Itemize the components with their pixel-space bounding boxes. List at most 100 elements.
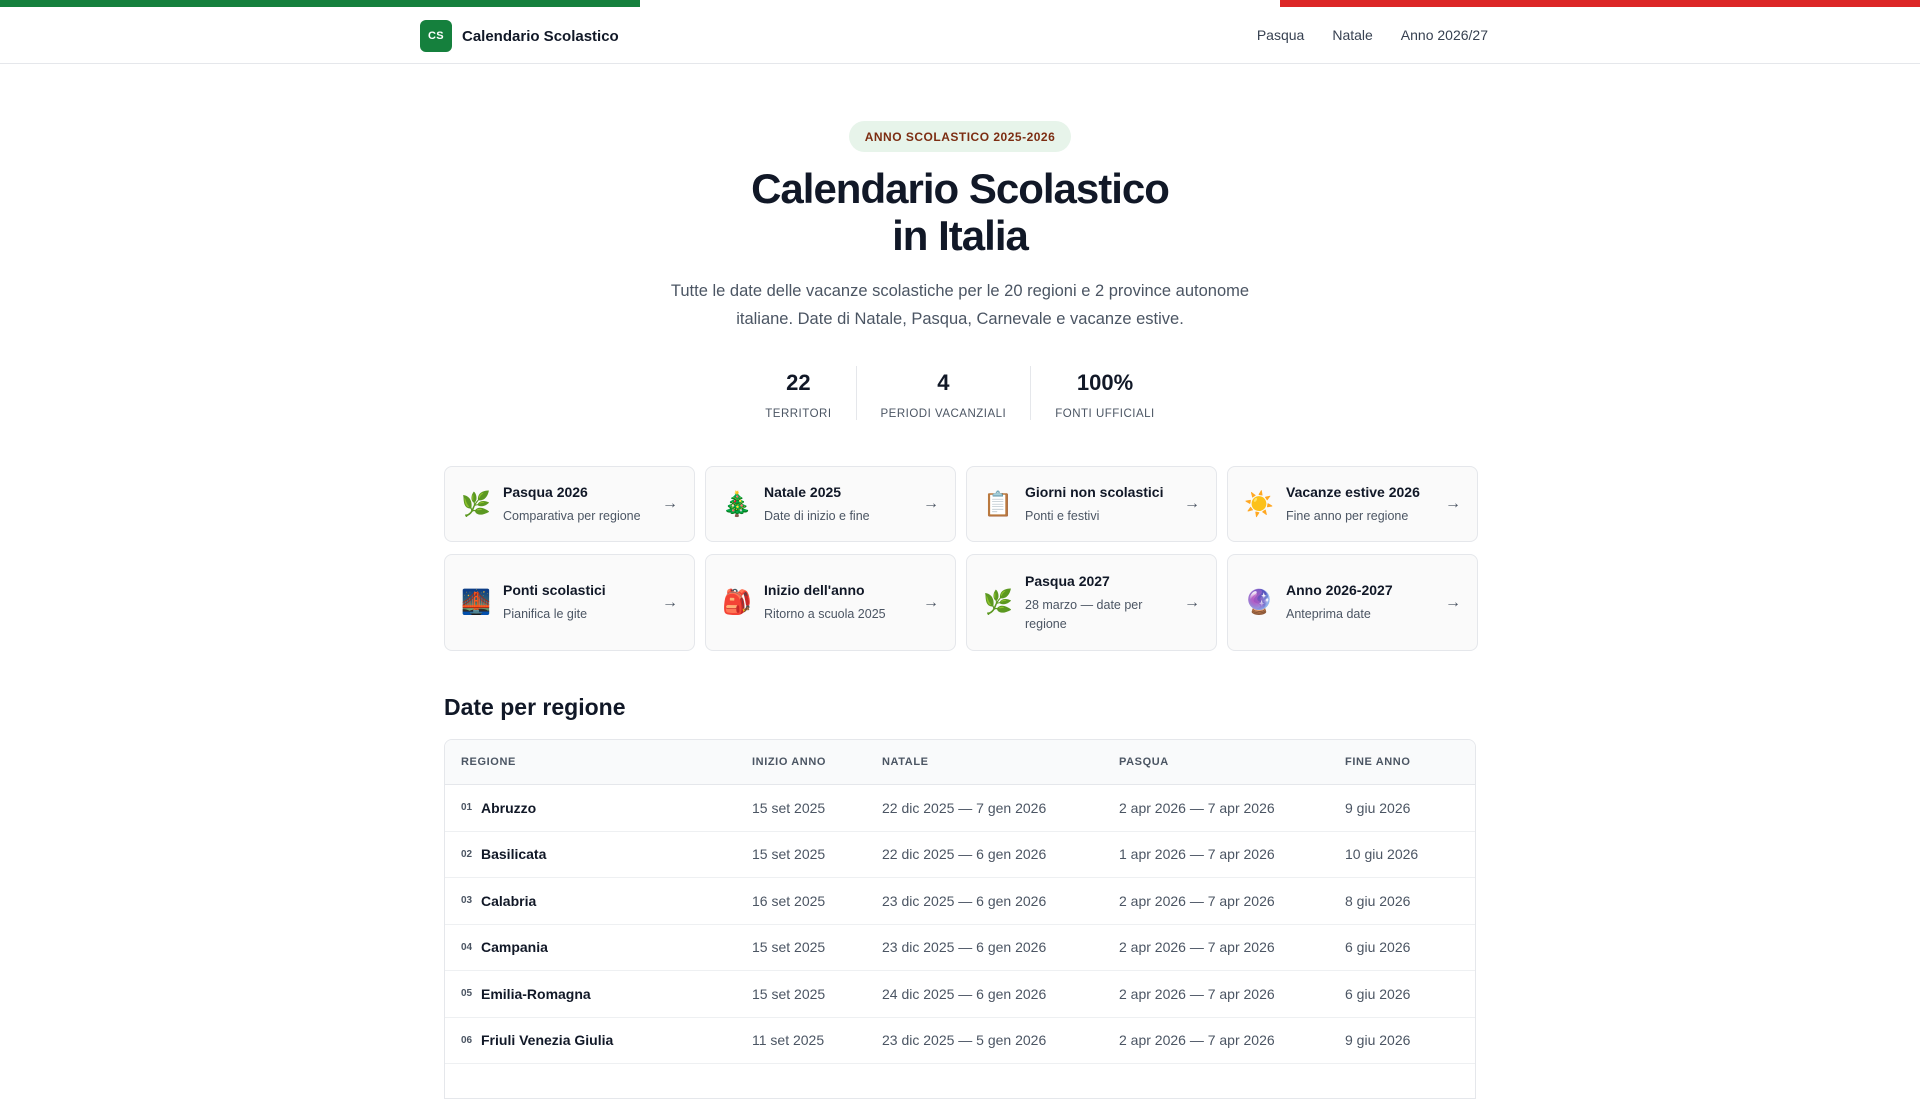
row-index: 01 [461, 802, 473, 814]
card-subtitle: Ponti e festivi [1025, 508, 1100, 523]
christmas-tree-icon: 🎄 [722, 490, 752, 518]
table-row[interactable]: 03 Calabria 16 set 2025 23 dic 2025 — 6 gen… [445, 878, 1475, 925]
fine-cell: 6 giu 2026 [1345, 985, 1411, 1002]
backpack-icon: 🎒 [722, 589, 752, 616]
card-subtitle: Anteprima date [1286, 607, 1371, 621]
card-title: Anno 2026-2027 [1286, 582, 1393, 598]
card-giorni-non-scolastici[interactable]: 📋 Giorni non scolastici Ponti e festivi → [966, 466, 1217, 542]
stat-label: FONTI UFFICIALI [1055, 408, 1155, 420]
row-index: 05 [461, 988, 473, 1000]
column-header-natale: NATALE [882, 756, 929, 768]
arrow-right-icon: → [1184, 495, 1200, 512]
table-row[interactable]: 04 Campania 15 set 2025 23 dic 2025 — 6 gen… [445, 925, 1475, 971]
card-title: Giorni non scolastici [1025, 483, 1164, 500]
row-index: 06 [461, 1034, 473, 1046]
table-row[interactable]: 01 Abruzzo 15 set 2025 22 dic 2025 — 7 gen … [445, 785, 1475, 832]
nav-link-natale[interactable]: Natale [1332, 27, 1372, 43]
top-navbar: CS Calendario Scolastico Pasqua Natale A… [0, 7, 1920, 64]
flag-white [640, 0, 1280, 7]
card-title: Inizio dell'anno [764, 582, 865, 598]
inizio-cell: 15 set 2025 [752, 799, 826, 816]
natale-cell: 23 dic 2025 — 6 gen 2026 [882, 892, 1047, 909]
fine-cell: 9 giu 2026 [1345, 799, 1411, 816]
logo: CS [420, 20, 452, 52]
card-title: Vacanze estive 2026 [1286, 483, 1420, 500]
sun-icon: ☀️ [1244, 490, 1274, 518]
table-row[interactable]: 06 Friuli Venezia Giulia 11 set 2025 23 dic… [445, 1018, 1475, 1064]
inizio-cell: 15 set 2025 [752, 846, 826, 863]
card-title: Ponti scolastici [503, 582, 606, 598]
fine-cell: 8 giu 2026 [1345, 892, 1411, 909]
page-title: Calendario Scolastico in Italia [0, 165, 1920, 259]
fine-cell: 10 giu 2026 [1345, 846, 1419, 863]
pasqua-cell: 2 apr 2026 — 7 apr 2026 [1119, 799, 1275, 816]
card-subtitle: Fine anno per regione [1286, 508, 1409, 523]
region-cell: 05 Emilia-Romagna [445, 986, 752, 1002]
inizio-cell: 16 set 2025 [752, 892, 826, 909]
arrow-right-icon: → [923, 495, 939, 512]
row-index: 02 [461, 848, 473, 860]
quick-links-grid: 🌿 Pasqua 2026 Comparativa per regione → 🎄… [444, 466, 1478, 651]
column-header-regione: REGIONE [461, 756, 516, 768]
inizio-cell: 15 set 2025 [752, 985, 826, 1002]
card-title: Natale 2025 [764, 483, 842, 500]
brand-link[interactable]: CS Calendario Scolastico [420, 20, 619, 52]
bridge-icon: 🌉 [461, 589, 491, 616]
arrow-right-icon: → [662, 593, 678, 611]
stats-row: 22 TERRITORI 4 PERIODI VACANZIALI 100% F… [0, 366, 1920, 420]
table-row[interactable]: 02 Basilicata 15 set 2025 22 dic 2025 — 6 g… [445, 832, 1475, 878]
arrow-right-icon: → [662, 495, 678, 512]
flag-green [0, 0, 640, 7]
pasqua-cell: 2 apr 2026 — 7 apr 2026 [1119, 1032, 1275, 1049]
card-natale-2025[interactable]: 🎄 Natale 2025 Date di inizio e fine → [705, 466, 956, 542]
natale-cell: 22 dic 2025 — 6 gen 2026 [882, 846, 1047, 863]
region-cell: 04 Campania [445, 939, 752, 955]
table-row[interactable]: 05 Emilia-Romagna 15 set 2025 24 dic 2025 —… [445, 971, 1475, 1018]
card-title: Pasqua 2027 [1025, 572, 1110, 589]
nav-link-pasqua[interactable]: Pasqua [1257, 27, 1304, 43]
card-vacanze-estive-2026[interactable]: ☀️ Vacanze estive 2026 Fine anno per regi… [1227, 466, 1478, 542]
natale-cell: 23 dic 2025 — 6 gen 2026 [882, 939, 1047, 956]
section-title: Date per regione [444, 694, 626, 720]
region-name: Campania [481, 939, 548, 956]
region-name: Basilicata [481, 846, 547, 863]
card-title: Pasqua 2026 [503, 483, 588, 500]
card-pasqua-2026[interactable]: 🌿 Pasqua 2026 Comparativa per regione → [444, 466, 695, 542]
card-anno-2026-2027[interactable]: 🔮 Anno 2026-2027 Anteprima date → [1227, 554, 1478, 651]
stat-territori: 22 TERRITORI [741, 366, 855, 420]
column-header-pasqua: PASQUA [1119, 756, 1169, 768]
leaf-icon: 🌿 [461, 490, 491, 518]
stat-fonti: 100% FONTI UFFICIALI [1030, 366, 1179, 420]
column-header-inizio: INIZIO ANNO [752, 756, 827, 768]
stat-value: 100% [1076, 370, 1134, 395]
pasqua-cell: 2 apr 2026 — 7 apr 2026 [1119, 892, 1275, 909]
school-year-badge: ANNO SCOLASTICO 2025-2026 [849, 121, 1071, 152]
stat-periodi: 4 PERIODI VACANZIALI [855, 366, 1031, 420]
pasqua-cell: 1 apr 2026 — 7 apr 2026 [1119, 846, 1275, 863]
nav-link-anno-2026-27[interactable]: Anno 2026/27 [1401, 27, 1488, 43]
flag-red [1280, 0, 1920, 7]
card-ponti-scolastici[interactable]: 🌉 Ponti scolastici Pianifica le gite → [444, 554, 695, 651]
arrow-right-icon: → [1184, 593, 1200, 611]
natale-cell: 23 dic 2025 — 5 gen 2026 [882, 1032, 1047, 1049]
card-pasqua-2027[interactable]: 🌿 Pasqua 2027 28 marzo — date per regione… [966, 554, 1217, 651]
card-subtitle: 28 marzo — date per regione [1025, 597, 1143, 631]
region-name: Friuli Venezia Giulia [481, 1032, 614, 1049]
clipboard-icon: 📋 [983, 490, 1013, 518]
region-name: Calabria [481, 892, 537, 909]
card-subtitle: Pianifica le gite [503, 607, 588, 621]
row-index: 03 [461, 895, 473, 907]
column-header-fine: FINE ANNO [1345, 756, 1411, 768]
card-subtitle: Date di inizio e fine [764, 508, 870, 523]
arrow-right-icon: → [1445, 495, 1461, 512]
leaf-icon: 🌿 [983, 589, 1013, 616]
fine-cell: 9 giu 2026 [1345, 1032, 1411, 1049]
region-cell: 02 Basilicata [445, 846, 752, 862]
stat-value: 4 [937, 370, 950, 395]
crystal-ball-icon: 🔮 [1244, 589, 1274, 616]
natale-cell: 24 dic 2025 — 6 gen 2026 [882, 985, 1047, 1002]
stat-label: PERIODI VACANZIALI [880, 408, 1007, 420]
italian-flag-bar [0, 0, 1920, 7]
card-inizio-anno[interactable]: 🎒 Inizio dell'anno Ritorno a scuola 2025 … [705, 554, 956, 651]
stat-label: TERRITORI [765, 408, 832, 420]
